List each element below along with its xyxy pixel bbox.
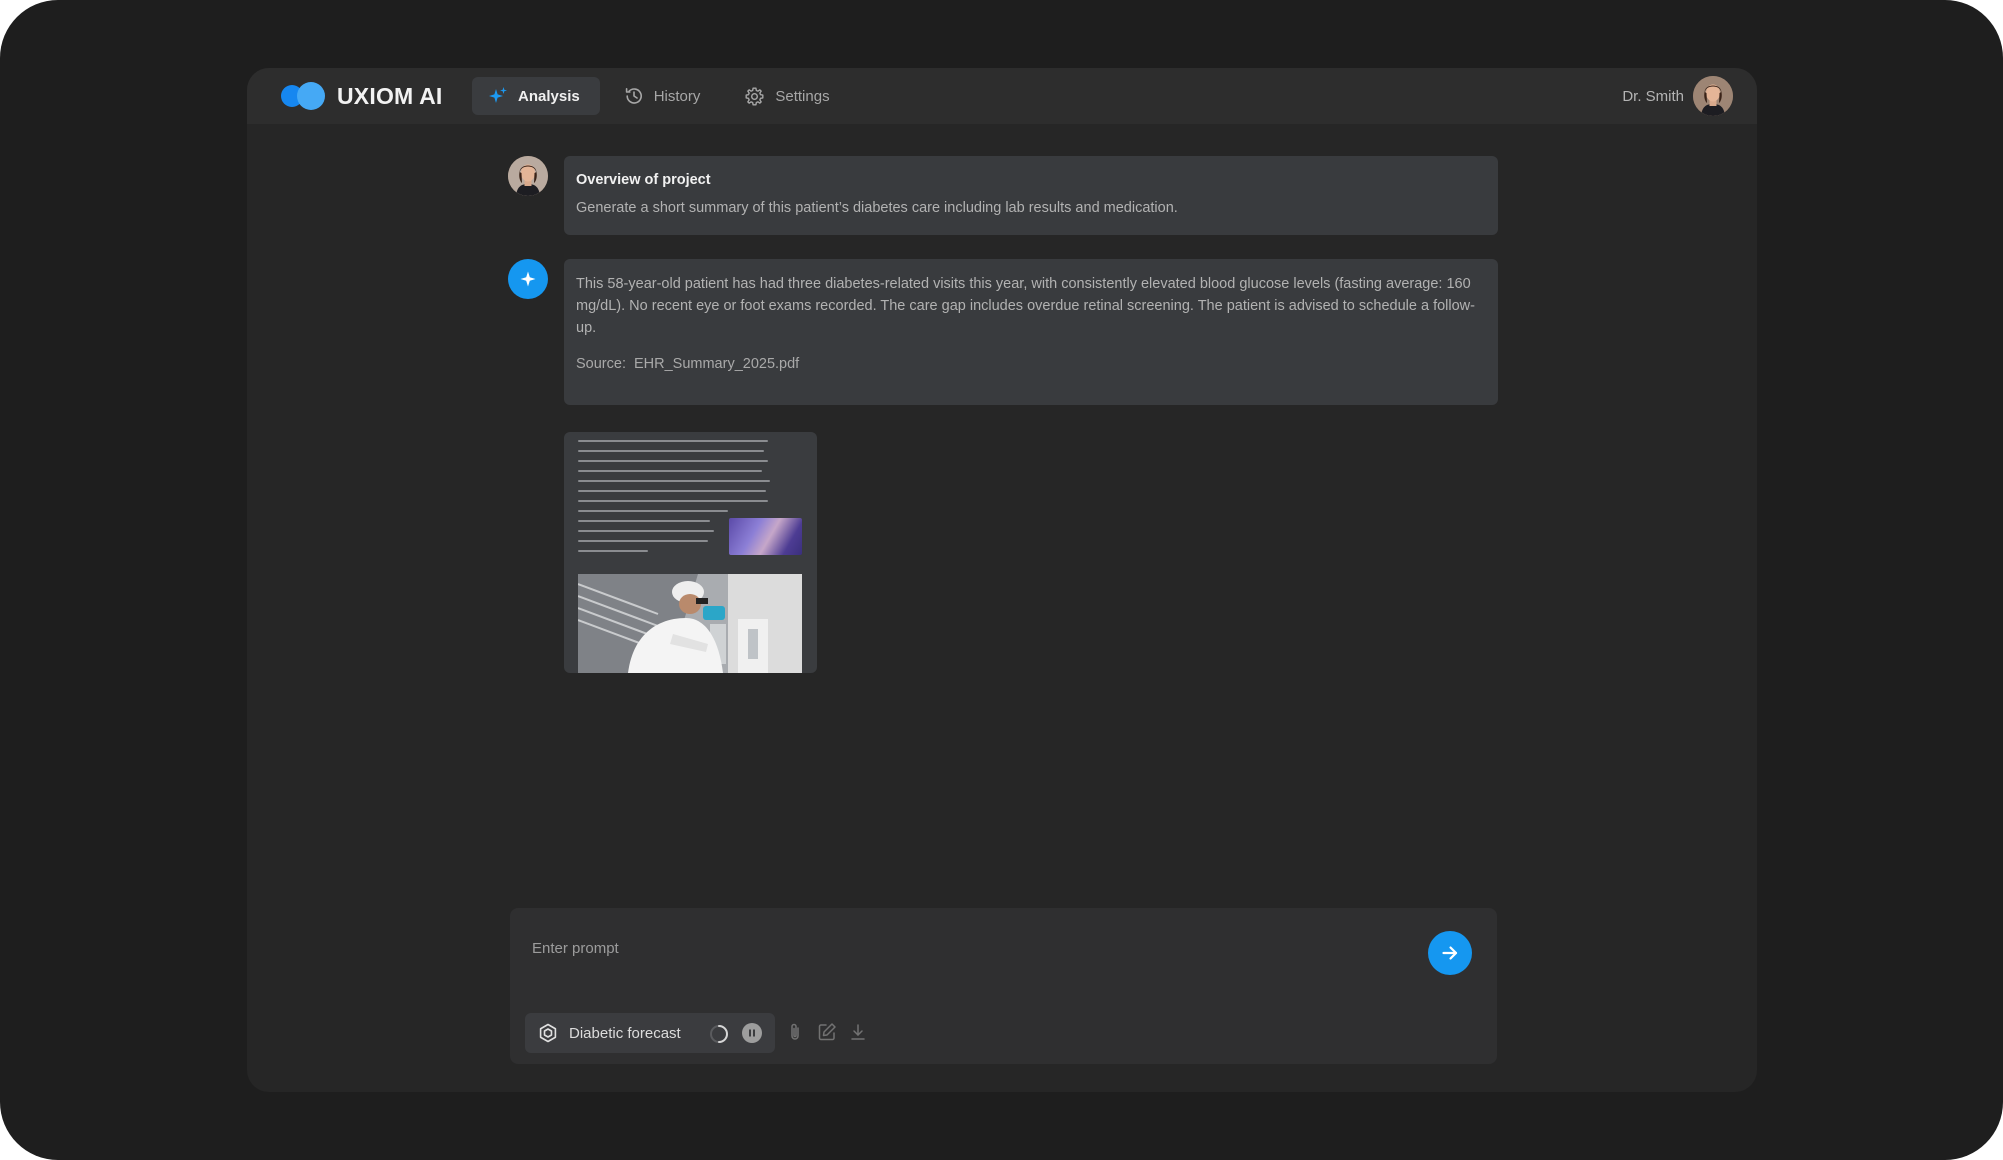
paperclip-icon <box>791 1023 799 1040</box>
tab-settings-label: Settings <box>775 87 830 105</box>
task-chip-label: Diabetic forecast <box>569 1024 681 1042</box>
ai-message-avatar <box>508 259 548 299</box>
sparkle-icon <box>489 87 507 103</box>
user-menu[interactable]: Dr. Smith <box>1622 76 1733 116</box>
prompt-composer: Diabetic forecast <box>510 908 1497 1064</box>
pause-icon <box>749 1029 755 1037</box>
tab-analysis-label: Analysis <box>518 87 580 105</box>
lab-photo-image <box>578 574 802 673</box>
source-file-link[interactable]: EHR_Summary_2025.pdf <box>634 356 799 372</box>
user-message-title: Overview of project <box>576 172 711 188</box>
task-chip[interactable]: Diabetic forecast <box>525 1013 775 1053</box>
tab-history[interactable]: History <box>608 77 721 115</box>
hexagon-model-icon <box>539 1023 557 1043</box>
gear-icon <box>745 86 764 106</box>
edit-icon <box>818 1023 836 1041</box>
tab-history-label: History <box>653 87 701 105</box>
loading-spinner-icon <box>710 1025 729 1043</box>
arrow-right-icon <box>1442 946 1458 960</box>
ai-message-text: This 58-year-old patient has had three d… <box>576 276 1475 336</box>
device-frame: UXIOM AI Analysis History Settings Dr. S… <box>0 0 2003 1160</box>
avatar[interactable] <box>1693 76 1733 116</box>
source-label: Source: <box>576 356 626 372</box>
ai-sparkle-icon <box>508 259 548 299</box>
download-button[interactable] <box>847 1021 869 1043</box>
document-thumbnail-image <box>729 518 802 555</box>
user-message-avatar <box>508 156 548 196</box>
main-nav: Analysis History Settings <box>472 77 858 115</box>
logo[interactable]: UXIOM AI <box>281 81 443 111</box>
tab-settings[interactable]: Settings <box>728 77 849 115</box>
attach-button[interactable] <box>784 1021 806 1043</box>
avatar <box>508 156 548 196</box>
user-name: Dr. Smith <box>1622 87 1684 105</box>
pause-button[interactable] <box>742 1023 762 1043</box>
app-window: UXIOM AI Analysis History Settings Dr. S… <box>247 68 1757 1092</box>
edit-button[interactable] <box>816 1021 838 1043</box>
send-button[interactable] <box>1428 931 1472 975</box>
prompt-input[interactable] <box>532 936 1392 960</box>
ai-message-bubble: This 58-year-old patient has had three d… <box>564 259 1498 405</box>
logo-mark-icon <box>281 81 327 111</box>
tab-analysis[interactable]: Analysis <box>472 77 600 115</box>
document-preview[interactable] <box>564 432 817 673</box>
top-bar: UXIOM AI Analysis History Settings Dr. S… <box>247 68 1757 124</box>
ai-message-source: Source: EHR_Summary_2025.pdf <box>576 356 1486 372</box>
user-message-bubble: Overview of project Generate a short sum… <box>564 156 1498 235</box>
user-message-text: Generate a short summary of this patient… <box>576 200 1178 216</box>
download-icon <box>851 1024 865 1040</box>
history-icon <box>625 88 642 104</box>
brand-name: UXIOM AI <box>337 82 443 109</box>
